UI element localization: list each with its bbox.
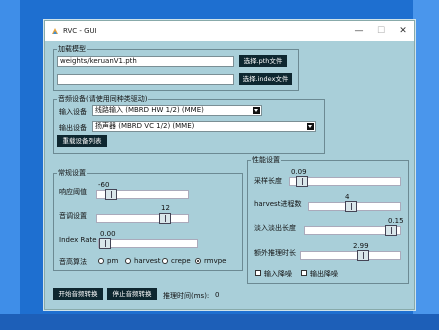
index-rate-slider[interactable] <box>98 238 198 249</box>
input-denoise-label: 输入降噪 <box>264 270 292 278</box>
extra-time-slider[interactable] <box>300 250 401 261</box>
algo-crepe-label: crepe <box>171 257 191 265</box>
app-window: RVC - GUI — ☐ ✕ 加载模型 weights/keruanV1.pt… <box>44 20 415 310</box>
select-index-button[interactable]: 选择.index文件 <box>239 73 292 85</box>
output-denoise-checkbox[interactable] <box>301 270 307 276</box>
threshold-label: 响应阈值 <box>59 188 87 196</box>
output-device-value: 扬声器 (MBRD VC 1/2) (MME) <box>95 122 195 130</box>
harvest-procs-value: 4 <box>345 193 350 201</box>
app-icon <box>52 28 58 34</box>
start-conversion-button[interactable]: 开始音频转换 <box>53 288 103 300</box>
input-device-label: 输入设备 <box>59 108 87 116</box>
maximize-button[interactable]: ☐ <box>370 21 392 41</box>
window-title: RVC - GUI <box>63 27 97 35</box>
taskbar <box>0 314 439 330</box>
algo-pm-label: pm <box>107 257 119 265</box>
output-denoise-label: 输出降噪 <box>310 270 338 278</box>
desktop-stripe <box>0 0 20 330</box>
pitch-algo-label: 音高算法 <box>59 258 87 266</box>
fade-length-slider-thumb[interactable] <box>385 225 397 236</box>
pitch-value: 12 <box>161 204 170 212</box>
input-denoise-checkbox[interactable] <box>255 270 261 276</box>
chevron-down-icon <box>253 107 260 114</box>
harvest-procs-slider[interactable] <box>308 201 401 212</box>
title-bar: RVC - GUI — ☐ ✕ <box>45 21 414 41</box>
pitch-slider[interactable] <box>96 213 189 224</box>
extra-time-label: 额外推理时长 <box>254 249 296 257</box>
index-rate-label: Index Rate <box>59 236 97 244</box>
fade-length-slider[interactable] <box>304 225 401 236</box>
infer-time-label: 推理时间(ms): <box>163 292 210 300</box>
sample-length-slider[interactable] <box>289 176 401 187</box>
extra-time-value: 2.99 <box>353 242 369 250</box>
algo-rmvpe-radio[interactable] <box>195 258 201 264</box>
harvest-procs-slider-thumb[interactable] <box>345 201 357 212</box>
algo-pm-radio[interactable] <box>98 258 104 264</box>
output-device-select[interactable]: 扬声器 (MBRD VC 1/2) (MME) <box>92 121 316 132</box>
select-pth-button[interactable]: 选择.pth文件 <box>239 55 287 67</box>
sample-length-slider-thumb[interactable] <box>296 176 308 187</box>
pitch-slider-thumb[interactable] <box>159 213 171 224</box>
infer-time-value: 0 <box>215 291 220 299</box>
desktop-stripe <box>413 0 439 330</box>
algo-harvest-label: harvest <box>134 257 161 265</box>
harvest-procs-label: harvest进程数 <box>254 200 302 208</box>
threshold-slider-thumb[interactable] <box>105 189 117 200</box>
pitch-label: 音调设置 <box>59 212 87 220</box>
sample-length-value: 0.09 <box>291 168 307 176</box>
algo-rmvpe-label: rmvpe <box>204 257 227 265</box>
index-rate-value: 0.00 <box>100 230 116 238</box>
fade-length-label: 淡入淡出长度 <box>254 224 296 232</box>
general-settings-label: 常规设置 <box>57 168 87 178</box>
performance-settings-label: 性能设置 <box>251 155 281 165</box>
reload-devices-button[interactable]: 重载设备列表 <box>57 135 107 147</box>
index-path-field[interactable] <box>57 74 234 85</box>
load-model-label: 加载模型 <box>57 44 87 54</box>
input-device-value: 线路输入 (MBRD HW 1/2) (MME) <box>95 106 204 114</box>
audio-device-label: 音频设备(请使用同种类驱动) <box>57 94 149 104</box>
pth-path-field[interactable]: weights/keruanV1.pth <box>57 56 234 67</box>
chevron-down-icon <box>307 123 314 130</box>
index-rate-slider-thumb[interactable] <box>99 238 111 249</box>
sample-length-label: 采样长度 <box>254 177 282 185</box>
stop-conversion-button[interactable]: 停止音频转换 <box>107 288 157 300</box>
threshold-value: -60 <box>98 181 110 189</box>
output-device-label: 输出设备 <box>59 124 87 132</box>
algo-harvest-radio[interactable] <box>125 258 131 264</box>
algo-crepe-radio[interactable] <box>162 258 168 264</box>
extra-time-slider-thumb[interactable] <box>357 250 369 261</box>
threshold-slider[interactable] <box>96 189 189 200</box>
fade-length-value: 0.15 <box>388 217 404 225</box>
input-device-select[interactable]: 线路输入 (MBRD HW 1/2) (MME) <box>92 105 262 116</box>
close-button[interactable]: ✕ <box>392 21 414 41</box>
minimize-button[interactable]: — <box>348 21 370 41</box>
